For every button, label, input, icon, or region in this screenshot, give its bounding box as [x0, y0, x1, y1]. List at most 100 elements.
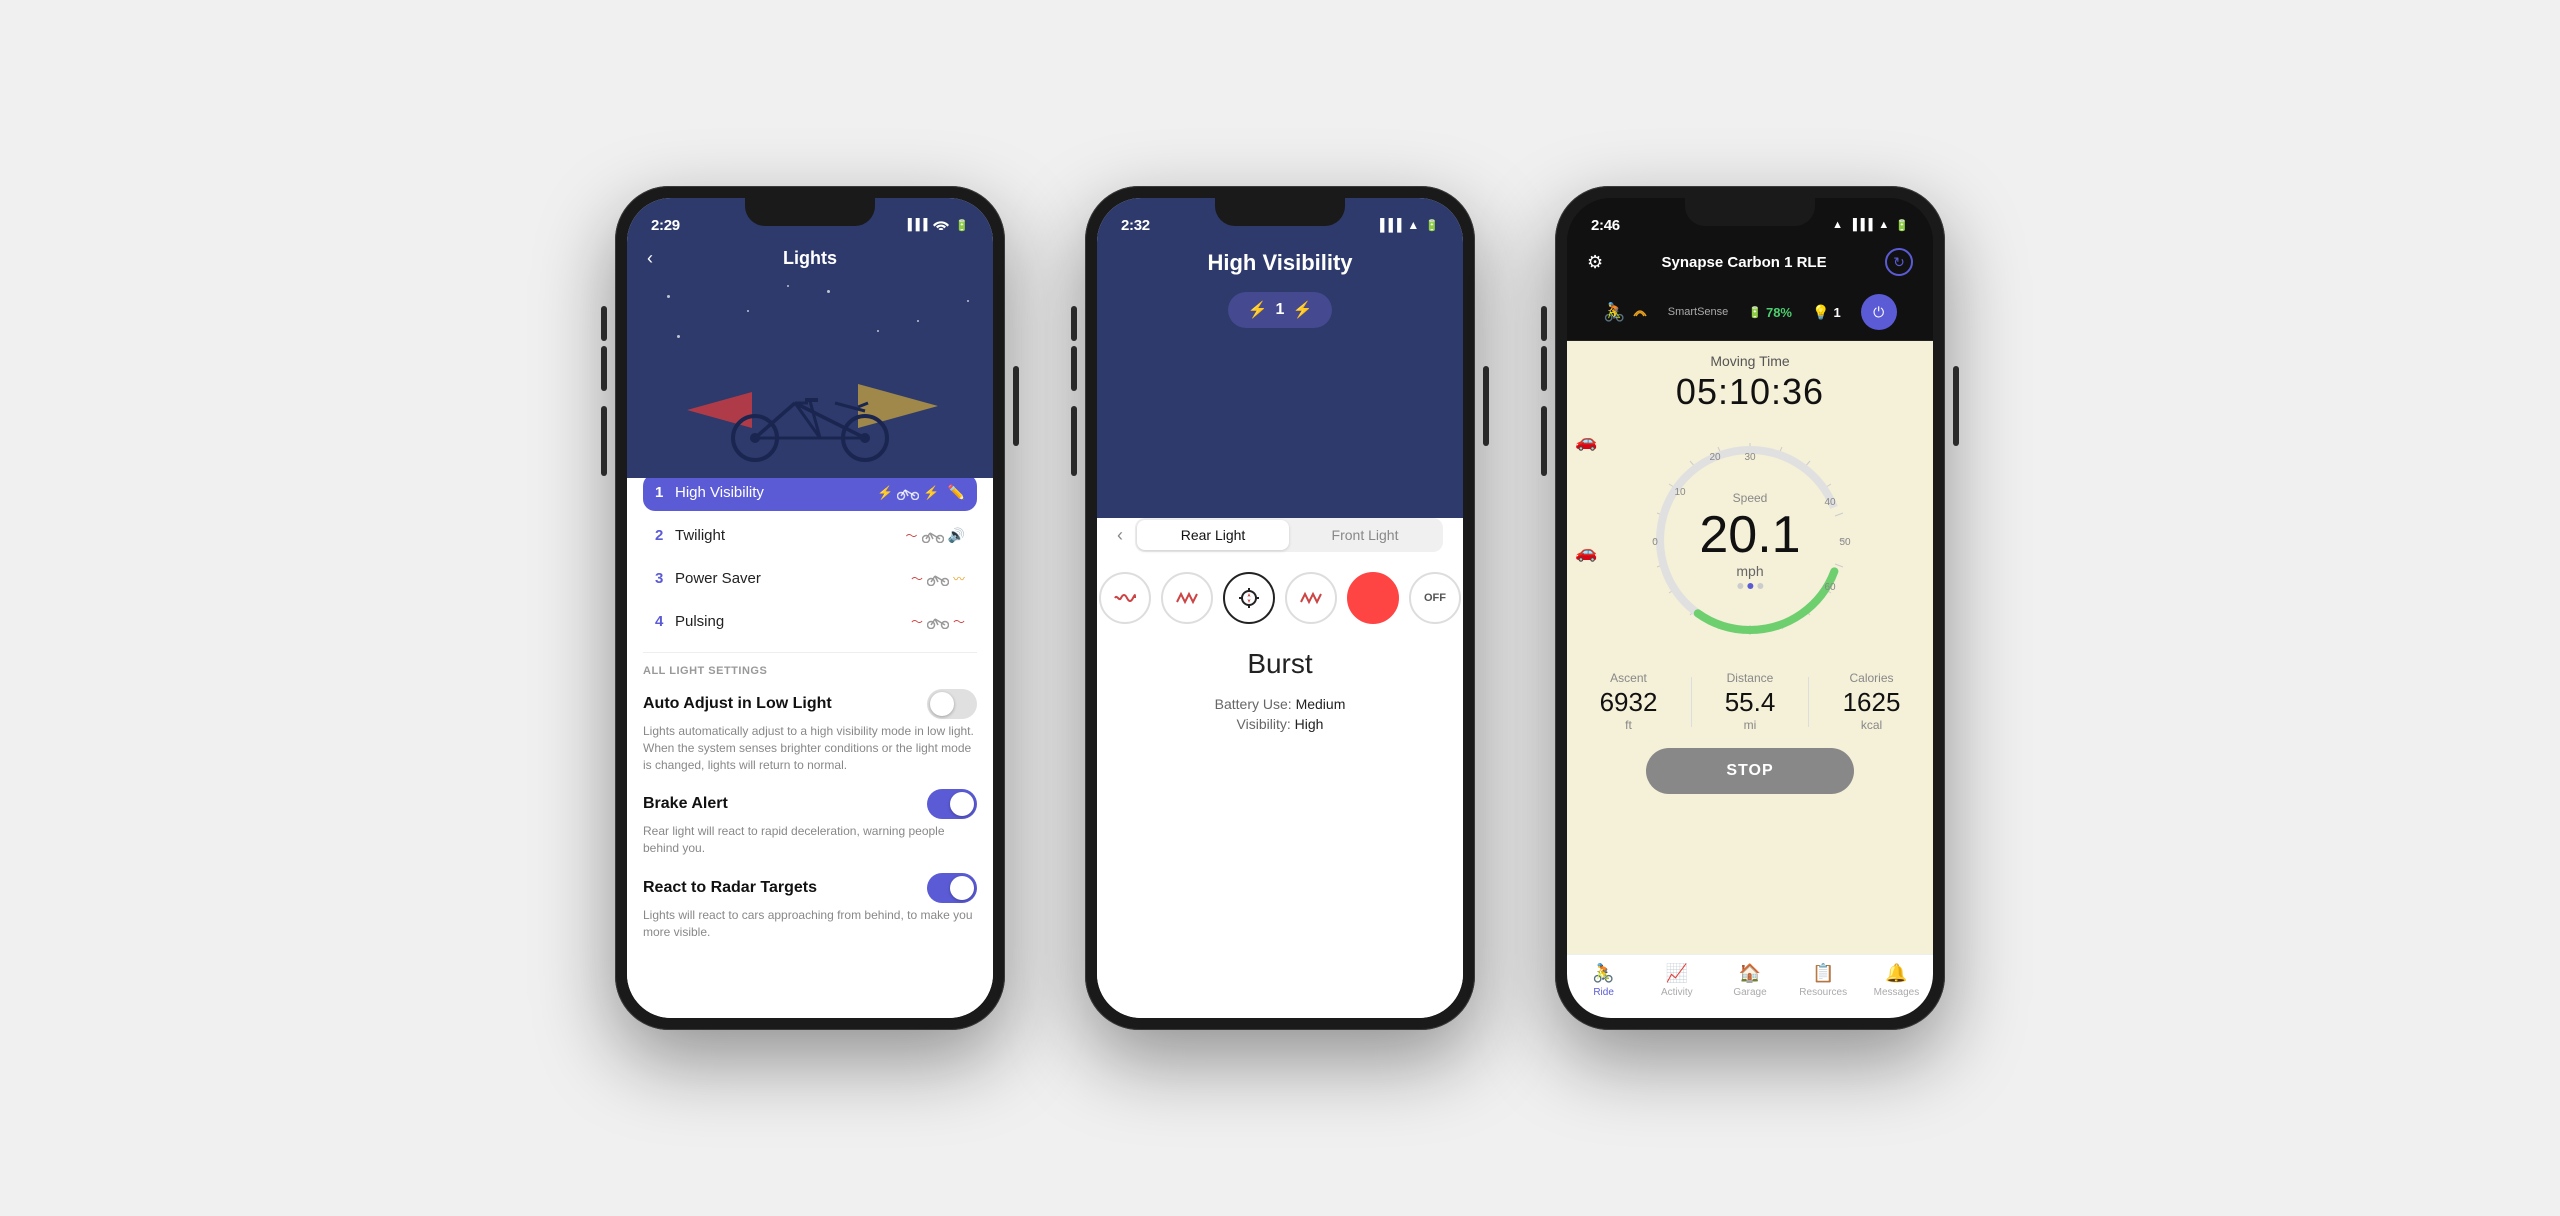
star — [787, 285, 789, 287]
mode-row-3[interactable]: 3 Power Saver 〜 〰 — [643, 560, 977, 597]
phone-high-visibility: 2:32 ▐▐▐ ▲ 🔋 High Visibility ⚡ 1 ⚡ — [1085, 186, 1475, 1030]
back-button[interactable]: ‹ — [647, 248, 653, 269]
bike-icon-2 — [922, 529, 944, 543]
hv-back-button[interactable]: ‹ — [1117, 525, 1123, 546]
bike-icon-1 — [897, 486, 919, 500]
power-button[interactable]: ⏻ — [1861, 294, 1897, 330]
status-icons-2: ▐▐▐ ▲ 🔋 — [1376, 218, 1439, 232]
tab-rear-light[interactable]: Rear Light — [1137, 520, 1289, 550]
ride-label: Ride — [1593, 987, 1614, 998]
star — [677, 335, 680, 338]
mode-name-4: Pulsing — [675, 613, 911, 630]
signal-wave-icon — [1632, 304, 1648, 320]
power-btn[interactable] — [1013, 366, 1019, 446]
svg-text:50: 50 — [1839, 537, 1851, 548]
calories-unit: kcal — [1843, 718, 1901, 732]
mode-icons-3: 〜 〰 — [911, 570, 965, 587]
wifi-icon-3: ▲ — [1878, 219, 1889, 231]
signal-icon-3: ▐▐▐ — [1849, 219, 1872, 231]
vol-up-btn[interactable] — [601, 346, 607, 391]
mode-circle-mountain2[interactable] — [1285, 572, 1337, 624]
bike-svg — [720, 383, 900, 463]
vol-up-btn-3[interactable] — [1541, 346, 1547, 391]
svg-text:60: 60 — [1824, 582, 1836, 593]
ascent-label: Ascent — [1600, 671, 1658, 685]
signal-icon-2: ▐▐▐ — [1376, 218, 1402, 232]
light-icon: 💡 — [1812, 304, 1829, 321]
mode-circle-wave[interactable] — [1099, 572, 1151, 624]
stop-button[interactable]: STOP — [1646, 748, 1853, 794]
tab-front-light[interactable]: Front Light — [1289, 520, 1441, 550]
stat-distance: Distance 55.4 mi — [1725, 671, 1776, 732]
mode-name-2: Twilight — [675, 527, 906, 544]
calories-label: Calories — [1843, 671, 1901, 685]
battery-stat: 🔋 78% — [1748, 305, 1792, 320]
toggle-knob-1 — [930, 692, 954, 716]
setting-desc-1: Lights automatically adjust to a high vi… — [643, 723, 977, 773]
mode-icons-2: 〜 🔊 — [906, 527, 965, 544]
silent-switch-3[interactable] — [1541, 306, 1547, 341]
hv-body: ‹ Rear Light Front Light — [1097, 498, 1463, 1018]
mode-row-1[interactable]: 1 High Visibility ⚡ ⚡ ✏️ — [643, 474, 977, 511]
mode-row-4[interactable]: 4 Pulsing 〜 〜 — [643, 603, 977, 640]
lights-screen: 2:29 ▐▐▐ 🔋 ‹ Lights — [627, 198, 993, 1018]
silent-switch-2[interactable] — [1071, 306, 1077, 341]
setting-brake-alert: Brake Alert Rear light will react to rap… — [643, 789, 977, 857]
light-num: 1 — [1833, 305, 1840, 320]
nav-item-resources[interactable]: 📋 Resources — [1787, 963, 1860, 998]
distance-unit: mi — [1725, 718, 1776, 732]
wave-icon-2: 〜 — [906, 527, 918, 544]
setting-react-radar: React to Radar Targets Lights will react… — [643, 873, 977, 941]
signal-waves — [1632, 304, 1648, 320]
lights-header: 2:29 ▐▐▐ 🔋 ‹ Lights — [627, 198, 993, 478]
star — [747, 310, 749, 312]
nav-item-ride[interactable]: 🚴 Ride — [1567, 963, 1640, 998]
silent-switch[interactable] — [601, 306, 607, 341]
setting-desc-2: Rear light will react to rapid decelerat… — [643, 823, 977, 857]
nav-item-garage[interactable]: 🏠 Garage — [1713, 963, 1786, 998]
wave-icon-4a: 〜 — [911, 613, 923, 630]
mode-num-3: 3 — [655, 570, 675, 587]
gear-icon[interactable]: ⚙ — [1587, 252, 1603, 273]
mode-row-2[interactable]: 2 Twilight 〜 🔊 — [643, 517, 977, 554]
speed-unit: mph — [1699, 563, 1800, 579]
battery-icon-2: 🔋 — [1425, 219, 1439, 232]
bike-scene — [627, 275, 993, 478]
moving-time-label: Moving Time — [1710, 353, 1789, 369]
refresh-icon[interactable]: ↻ — [1885, 248, 1913, 276]
activity-label: Activity — [1661, 987, 1693, 998]
vol-up-btn-2[interactable] — [1071, 346, 1077, 391]
stat-ascent: Ascent 6932 ft — [1600, 671, 1658, 732]
mode-circle-off[interactable]: OFF — [1409, 572, 1461, 624]
bike-icon-4 — [927, 615, 949, 629]
mode-circle-dot[interactable] — [1347, 572, 1399, 624]
wave-icon-3b: 〰 — [953, 570, 965, 587]
vol-down-btn[interactable] — [601, 406, 607, 476]
power-btn-2[interactable] — [1483, 366, 1489, 446]
divider-1 — [643, 652, 977, 653]
toggle-auto-adjust[interactable] — [927, 689, 977, 719]
wifi-icon — [933, 218, 949, 233]
smart-sense-bar: 🚴 SmartSense 🔋 78% 💡 1 ⏻ — [1567, 286, 1933, 341]
hv-badge: ⚡ 1 ⚡ — [1228, 292, 1333, 328]
edit-icon-1[interactable]: ✏️ — [948, 484, 965, 501]
burst-label: Burst — [1247, 648, 1312, 680]
vol-down-btn-3[interactable] — [1541, 406, 1547, 476]
mode-circle-burst[interactable] — [1223, 572, 1275, 624]
toggle-react-radar[interactable] — [927, 873, 977, 903]
mode-circle-mountain[interactable] — [1161, 572, 1213, 624]
phone-lights: 2:29 ▐▐▐ 🔋 ‹ Lights — [615, 186, 1005, 1030]
toggle-brake-alert[interactable] — [927, 789, 977, 819]
star — [967, 300, 969, 302]
wifi-icon-2: ▲ — [1407, 218, 1419, 232]
nav-item-messages[interactable]: 🔔 Messages — [1860, 963, 1933, 998]
setting-desc-3: Lights will react to cars approaching fr… — [643, 907, 977, 941]
hv-screen: 2:32 ▐▐▐ ▲ 🔋 High Visibility ⚡ 1 ⚡ — [1097, 198, 1463, 1018]
mode-circles: OFF — [1099, 572, 1461, 624]
wave-icon-4b: 〜 — [953, 613, 965, 630]
vol-down-btn-2[interactable] — [1071, 406, 1077, 476]
battery-icon-3: 🔋 — [1895, 219, 1909, 232]
mode-num-4: 4 — [655, 613, 675, 630]
power-btn-3[interactable] — [1953, 366, 1959, 446]
nav-item-activity[interactable]: 📈 Activity — [1640, 963, 1713, 998]
